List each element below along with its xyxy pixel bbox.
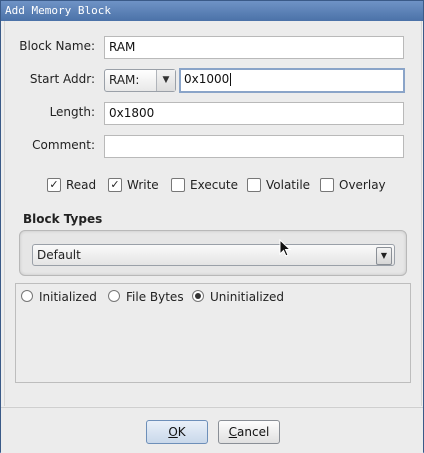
block-name-label: Block Name: <box>19 39 95 53</box>
start-address-value: 0x1000 <box>184 72 230 86</box>
cancel-label: ancel <box>237 425 270 439</box>
block-types-group: Default ▼ <box>19 230 407 276</box>
initialized-label: Initialized <box>39 290 97 304</box>
ok-mnemonic: O <box>168 425 178 439</box>
block-type-dropdown[interactable]: Default ▼ <box>32 244 395 266</box>
execute-label: Execute <box>190 178 238 192</box>
cancel-button[interactable]: Cancel <box>218 420 280 444</box>
checkmark-icon[interactable]: ✓ <box>108 178 122 192</box>
permission-checkboxes: ✓ Read ✓ Write Execute Volatile Overlay <box>5 176 421 196</box>
cancel-mnemonic: C <box>228 425 238 439</box>
window-title: Add Memory Block <box>1 1 423 21</box>
file-bytes-label: File Bytes <box>126 290 184 304</box>
ok-button[interactable]: OK <box>146 420 208 444</box>
comment-input[interactable] <box>104 135 404 158</box>
checkbox-empty-icon[interactable] <box>320 178 334 192</box>
dialog-content: Block Name: RAM Start Addr: RAM: ▼ 0x100… <box>4 21 422 406</box>
comment-label: Comment: <box>32 138 95 152</box>
read-label: Read <box>66 178 97 192</box>
checkbox-empty-icon[interactable] <box>247 178 261 192</box>
length-label: Length: <box>49 105 95 119</box>
checkbox-empty-icon[interactable] <box>171 178 185 192</box>
block-name-input[interactable]: RAM <box>104 36 404 59</box>
chevron-down-icon[interactable]: ▼ <box>376 247 392 265</box>
text-caret <box>230 73 232 86</box>
address-space-value: RAM: <box>109 73 140 87</box>
write-label: Write <box>127 178 159 192</box>
block-type-value: Default <box>37 248 81 262</box>
mouse-pointer-icon <box>279 239 292 257</box>
radio-off-icon[interactable] <box>108 290 120 302</box>
dialog-footer: OK Cancel <box>1 407 423 453</box>
add-memory-block-dialog: Add Memory Block Block Name: RAM Start A… <box>0 0 424 453</box>
chevron-down-icon[interactable]: ▼ <box>156 70 175 91</box>
overlay-label: Overlay <box>339 178 386 192</box>
address-space-dropdown[interactable]: RAM: ▼ <box>104 69 176 92</box>
block-types-title: Block Types <box>23 212 103 226</box>
ok-label: K <box>177 425 186 439</box>
radio-on-icon[interactable] <box>192 290 204 302</box>
initialization-panel: Initialized File Bytes Uninitialized <box>15 283 411 383</box>
length-input[interactable]: 0x1800 <box>104 102 404 125</box>
checkmark-icon[interactable]: ✓ <box>47 178 61 192</box>
block-name-value: RAM <box>109 40 136 54</box>
length-value: 0x1800 <box>109 106 155 120</box>
radio-off-icon[interactable] <box>21 290 33 302</box>
start-addr-label: Start Addr: <box>29 72 95 86</box>
uninitialized-label: Uninitialized <box>210 290 285 304</box>
start-address-input[interactable]: 0x1000 <box>179 68 405 93</box>
volatile-label: Volatile <box>266 178 311 192</box>
